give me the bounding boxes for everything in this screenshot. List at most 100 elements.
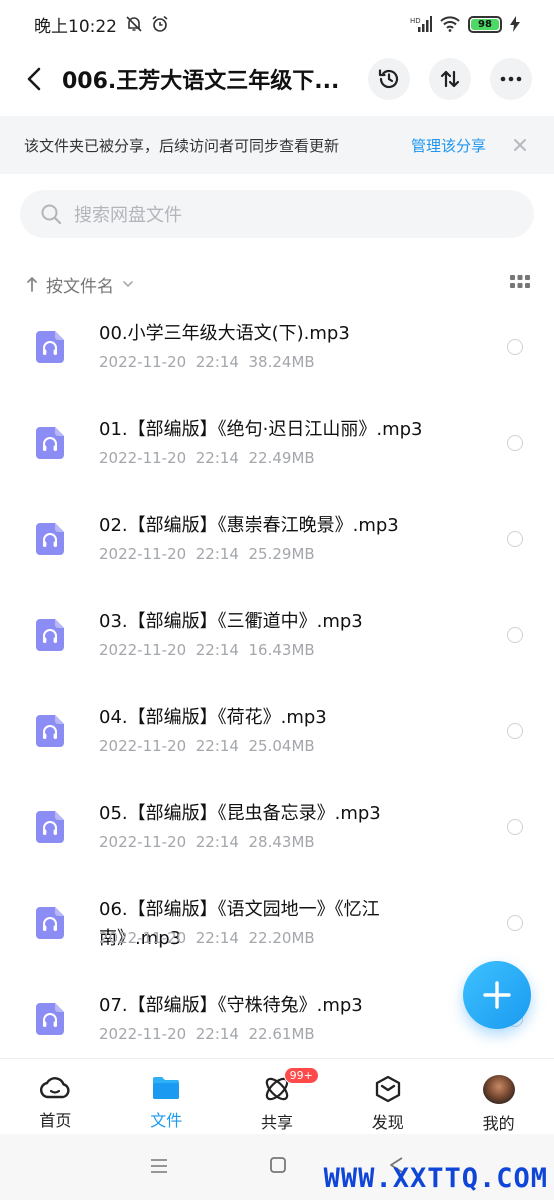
file-row[interactable]: 01.【部编版】《绝句·迟日江山丽》.mp3 2022-11-20 22:14 2… [0, 400, 554, 496]
file-time: 22:14 [195, 929, 239, 947]
file-size: 16.43MB [248, 641, 315, 659]
file-row[interactable]: 00.小学三年级大语文(下).mp3 2022-11-20 22:14 38.24… [0, 304, 554, 400]
add-button[interactable] [463, 961, 531, 1029]
file-meta: 2022-11-20 22:14 25.29MB [99, 545, 315, 563]
status-bar: 晚上10:22 HD 98 [0, 0, 554, 48]
file-name: 01.【部编版】《绝句·迟日江山丽》.mp3 [99, 419, 423, 440]
nav-share-label: 共享 [260, 1113, 293, 1132]
battery-icon: 98 [468, 15, 502, 33]
close-banner-button[interactable] [510, 135, 530, 155]
share-banner: 该文件夹已被分享，后续访问者可同步查看更新 管理该分享 [0, 116, 554, 174]
menu-button[interactable] [150, 1158, 168, 1177]
file-size: 22.20MB [248, 929, 315, 947]
close-icon [514, 139, 526, 151]
nav-files[interactable]: 文件 [111, 1059, 222, 1134]
more-button[interactable] [490, 58, 532, 100]
back-button[interactable] [6, 50, 62, 108]
file-time: 22:14 [195, 1025, 239, 1043]
arrow-up-icon [27, 277, 37, 292]
select-radio[interactable] [507, 435, 523, 451]
avatar [482, 1075, 515, 1104]
file-meta: 2022-11-20 22:14 25.04MB [99, 737, 315, 755]
charging-icon [510, 16, 520, 32]
history-icon [378, 69, 399, 89]
discover-cube-icon [375, 1075, 400, 1103]
file-date: 2022-11-20 [99, 545, 187, 563]
file-name: 02.【部编版】《惠崇春江晚景》.mp3 [99, 515, 399, 536]
file-date: 2022-11-20 [99, 929, 187, 947]
audio-file-icon [36, 523, 64, 555]
select-radio[interactable] [507, 819, 523, 835]
nav-mine[interactable]: 我的 [443, 1059, 554, 1134]
page-title: 006.王芳大语文三年级下... [62, 69, 340, 94]
select-radio[interactable] [507, 627, 523, 643]
nav-mine-label: 我的 [482, 1114, 515, 1133]
file-row[interactable]: 04.【部编版】《荷花》.mp3 2022-11-20 22:14 25.04MB [0, 688, 554, 784]
file-date: 2022-11-20 [99, 449, 187, 467]
file-row[interactable]: 05.【部编版】《昆虫备忘录》.mp3 2022-11-20 22:14 28.4… [0, 784, 554, 880]
audio-file-icon [36, 427, 64, 459]
file-name: 04.【部编版】《荷花》.mp3 [99, 707, 327, 728]
file-size: 38.24MB [248, 353, 315, 371]
alarm-icon [151, 15, 169, 33]
nav-home-label: 首页 [39, 1111, 72, 1130]
wifi-icon [440, 16, 460, 32]
sort-arrows-icon [440, 70, 460, 88]
select-radio[interactable] [507, 339, 523, 355]
nav-files-label: 文件 [150, 1111, 183, 1130]
search-input[interactable]: 搜索网盘文件 [20, 190, 534, 238]
battery-level: 98 [471, 18, 499, 30]
file-meta: 2022-11-20 22:14 38.24MB [99, 353, 315, 371]
file-list: 00.小学三年级大语文(下).mp3 2022-11-20 22:14 38.24… [0, 304, 554, 1058]
audio-file-icon [36, 907, 64, 939]
file-time: 22:14 [195, 641, 239, 659]
file-name: 03.【部编版】《三衢道中》.mp3 [99, 611, 363, 632]
search-icon [41, 204, 62, 225]
nav-discover[interactable]: 发现 [332, 1059, 443, 1134]
file-meta: 2022-11-20 22:14 28.43MB [99, 833, 315, 851]
nav-home[interactable]: 首页 [0, 1059, 111, 1134]
home-button[interactable] [269, 1156, 287, 1178]
file-time: 22:14 [195, 449, 239, 467]
file-name: 05.【部编版】《昆虫备忘录》.mp3 [99, 803, 381, 824]
sort-by-name-button[interactable]: 按文件名 [46, 272, 114, 297]
file-size: 22.49MB [248, 449, 315, 467]
file-row[interactable]: 06.【部编版】《语文园地一》《忆江南》.mp3 2022-11-20 22:14… [0, 880, 554, 976]
file-meta: 2022-11-20 22:14 22.20MB [99, 929, 315, 947]
header: 006.王芳大语文三年级下... [0, 50, 554, 108]
sort-row: 按文件名 [0, 264, 554, 304]
file-size: 25.29MB [248, 545, 315, 563]
history-button[interactable] [368, 58, 410, 100]
sort-toggle-button[interactable] [429, 58, 471, 100]
menu-icon [151, 1158, 168, 1173]
file-row[interactable]: 03.【部编版】《三衢道中》.mp3 2022-11-20 22:14 16.43… [0, 592, 554, 688]
signal-icon: HD [410, 16, 432, 32]
file-time: 22:14 [195, 353, 239, 371]
file-size: 22.61MB [248, 1025, 315, 1043]
audio-file-icon [36, 1003, 64, 1035]
audio-file-icon [36, 811, 64, 843]
bottom-nav: 首页 文件 99+ 共享 发现 我的 [0, 1058, 554, 1134]
mute-bell-icon [125, 15, 143, 33]
status-time: 晚上10:22 [34, 16, 117, 37]
more-dots-icon [500, 76, 522, 82]
file-size: 28.43MB [248, 833, 315, 851]
file-meta: 2022-11-20 22:14 22.49MB [99, 449, 315, 467]
file-date: 2022-11-20 [99, 641, 187, 659]
file-row[interactable]: 02.【部编版】《惠崇春江晚景》.mp3 2022-11-20 22:14 25.… [0, 496, 554, 592]
file-date: 2022-11-20 [99, 353, 187, 371]
select-radio[interactable] [507, 915, 523, 931]
nav-share[interactable]: 99+ 共享 [222, 1059, 333, 1134]
audio-file-icon [36, 619, 64, 651]
grid-view-button[interactable] [510, 274, 530, 294]
system-nav-bar: WWW.XXTTQ.COM [0, 1134, 554, 1200]
square-icon [270, 1157, 286, 1173]
manage-share-link[interactable]: 管理该分享 [411, 135, 486, 156]
file-time: 22:14 [195, 833, 239, 851]
nav-discover-label: 发现 [371, 1113, 404, 1132]
select-radio[interactable] [507, 723, 523, 739]
file-meta: 2022-11-20 22:14 16.43MB [99, 641, 315, 659]
audio-file-icon [36, 331, 64, 363]
select-radio[interactable] [507, 531, 523, 547]
file-name: 00.小学三年级大语文(下).mp3 [99, 323, 350, 344]
